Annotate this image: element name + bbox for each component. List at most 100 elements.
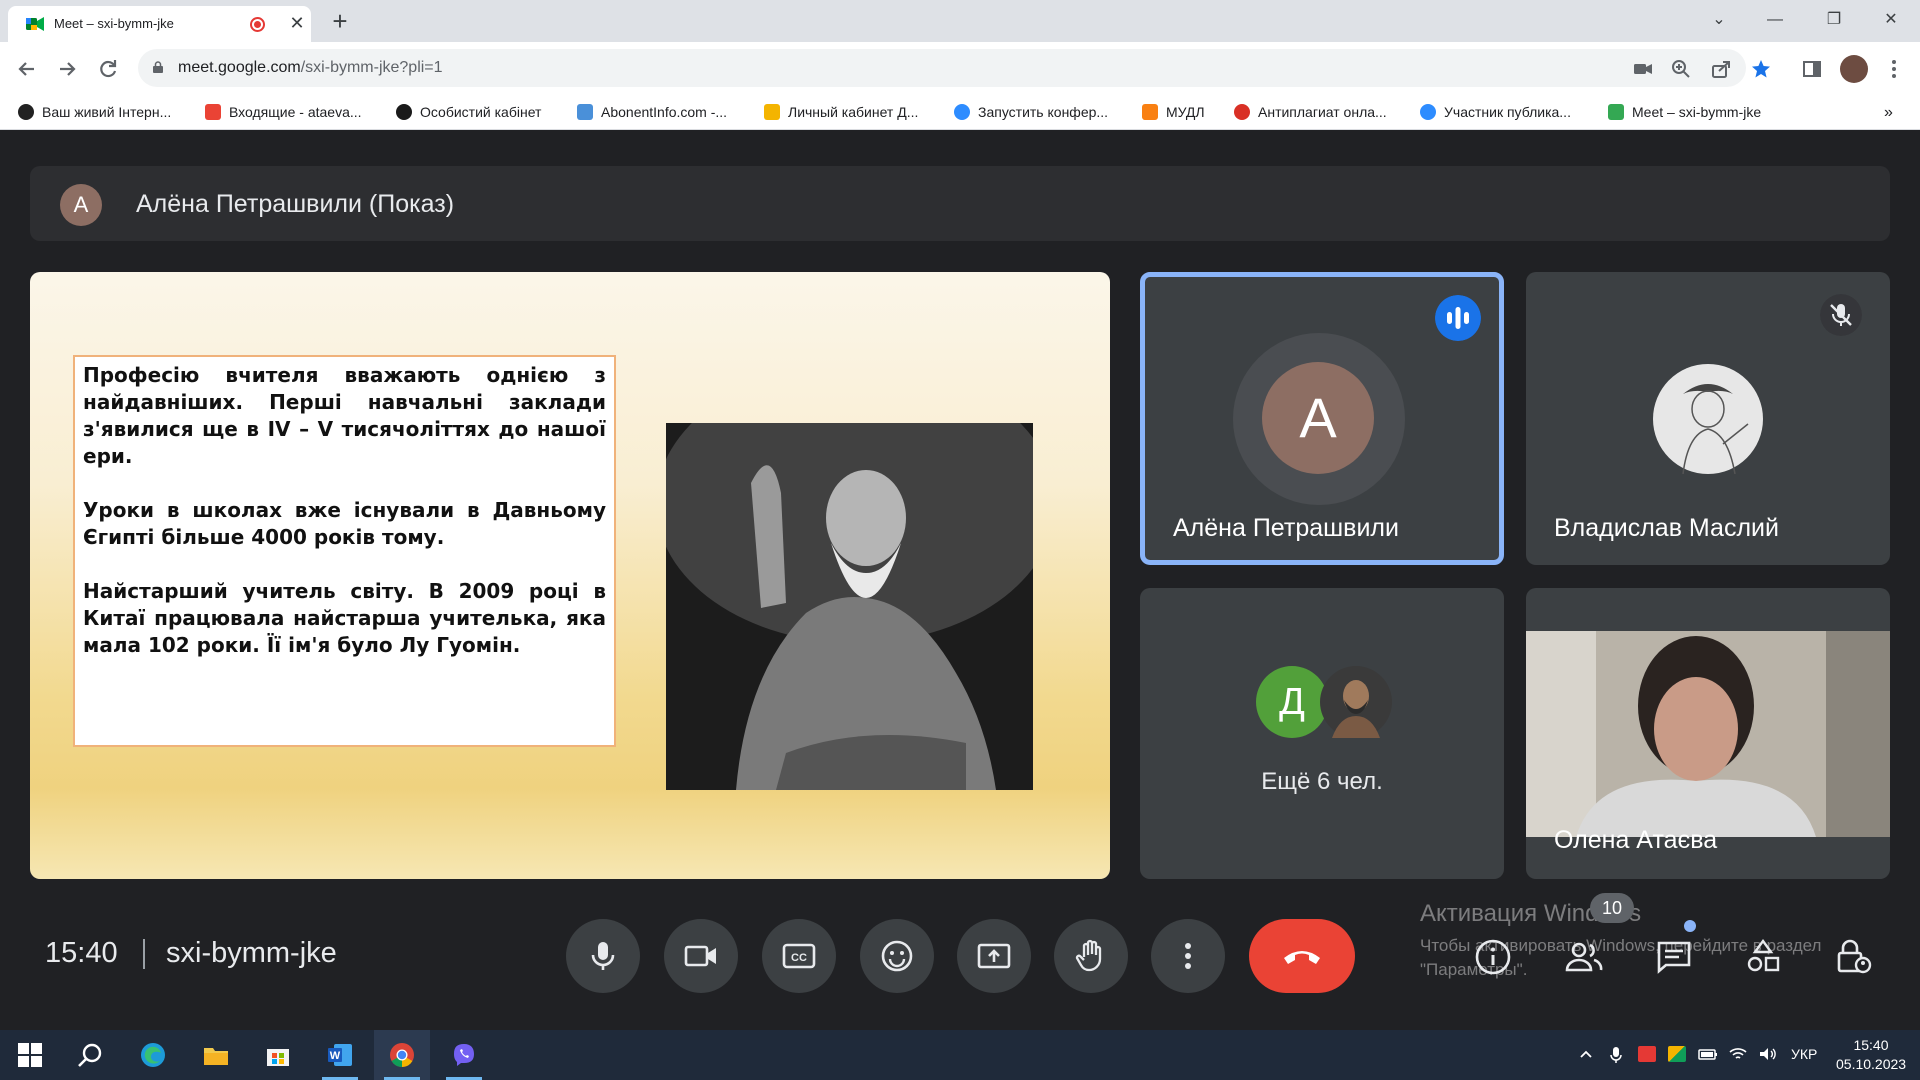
menu-icon[interactable] (1882, 57, 1906, 81)
hang-up-icon (1284, 951, 1320, 964)
taskbar-viber[interactable] (436, 1030, 492, 1080)
activities-icon[interactable] (1743, 937, 1783, 977)
tray-app-icon[interactable] (1638, 1046, 1656, 1062)
more-options-button[interactable] (1151, 919, 1225, 993)
battery-icon[interactable] (1698, 1046, 1718, 1062)
bookmark-item[interactable]: Входящие - ataeva... (205, 104, 362, 120)
presenter-avatar: А (60, 184, 102, 226)
google-meet-icon (26, 17, 44, 31)
zoom-favicon (954, 104, 970, 120)
avatar-image (1320, 666, 1392, 738)
minimize-button[interactable]: — (1752, 4, 1798, 36)
svg-text:CC: CC (791, 952, 807, 964)
camera-button[interactable] (664, 919, 738, 993)
slide-paragraph: Найстарший учитель світу. В 2009 році в … (83, 579, 606, 657)
camera-icon[interactable] (1632, 58, 1654, 80)
taskbar-file-explorer[interactable] (188, 1030, 244, 1080)
participant-tile-vladyslav[interactable]: Владислав Маслий (1526, 272, 1890, 565)
close-tab-icon[interactable]: ✕ (286, 12, 308, 34)
bookmark-favicon (1234, 104, 1250, 120)
host-controls-icon[interactable] (1833, 937, 1873, 977)
hand-icon (1075, 939, 1102, 972)
emoji-icon (881, 940, 913, 972)
clock-time: 15:40 (1853, 1037, 1889, 1053)
folder-icon (204, 1048, 228, 1065)
more-vert-icon (1185, 943, 1191, 969)
wifi-icon[interactable] (1728, 1046, 1748, 1062)
bookmark-item[interactable]: Особистий кабінет (396, 104, 541, 120)
speaking-indicator-icon (1435, 295, 1481, 341)
tray-app-icon[interactable] (1668, 1046, 1686, 1062)
captions-button[interactable]: CC (762, 919, 836, 993)
side-panel-icon[interactable] (1800, 57, 1824, 81)
teacher-photo (666, 423, 1033, 790)
viber-icon (454, 1044, 474, 1066)
meeting-info-icon[interactable] (1473, 937, 1513, 977)
bookmark-item[interactable]: Личный кабинет Д... (764, 104, 918, 120)
bookmark-item[interactable]: AbonentInfo.com -... (577, 104, 727, 120)
participant-name: Алёна Петрашвили (1173, 514, 1399, 542)
reactions-button[interactable] (860, 919, 934, 993)
meeting-clock: 15:40 (45, 937, 118, 969)
raise-hand-button[interactable] (1054, 919, 1128, 993)
bookmark-item[interactable]: Участник публика... (1420, 104, 1571, 120)
participant-tile-olena[interactable]: Олена Атаєва (1526, 588, 1890, 879)
participant-name: Владислав Маслий (1554, 514, 1779, 542)
url-text: meet.google.com/sxi-bymm-jke?pli=1 (178, 59, 443, 76)
bookmark-item[interactable]: Ваш живий Інтерн... (18, 104, 171, 120)
windows-logo-icon (18, 1043, 42, 1067)
bookmark-item[interactable]: Антиплагиат онла... (1234, 104, 1387, 120)
close-window-button[interactable]: ✕ (1868, 4, 1914, 36)
search-button[interactable] (62, 1030, 118, 1080)
reload-icon[interactable] (93, 54, 123, 84)
taskbar-chrome[interactable] (374, 1030, 430, 1080)
zoom-icon[interactable] (1670, 58, 1692, 80)
taskbar-word[interactable]: W (312, 1030, 368, 1080)
clock-date: 05.10.2023 (1836, 1056, 1907, 1072)
system-clock[interactable]: 15:40 05.10.2023 (1836, 1036, 1906, 1074)
presentation-slide[interactable]: Професію вчителя вважають однією з найда… (30, 272, 1110, 879)
more-participants-tile[interactable]: Д Ещё 6 чел. (1140, 588, 1504, 879)
bookmark-star-icon[interactable] (1750, 58, 1772, 80)
start-button[interactable] (2, 1030, 58, 1080)
tray-overflow-icon[interactable] (1578, 1046, 1594, 1062)
back-icon[interactable] (12, 54, 42, 84)
input-language[interactable]: УКР (1791, 1046, 1817, 1062)
taskbar-store[interactable] (250, 1030, 306, 1080)
moodle-icon (1142, 104, 1158, 120)
new-tab-button[interactable]: + (325, 6, 355, 36)
people-icon[interactable] (1564, 937, 1604, 977)
google-meet-icon (1608, 104, 1624, 120)
present-screen-icon (977, 943, 1011, 969)
tab-search-icon[interactable]: ⌄ (1696, 4, 1742, 36)
bookmark-item[interactable]: Meet – sxi-bymm-jke (1608, 104, 1761, 120)
mic-icon (591, 942, 615, 970)
taskbar-edge[interactable] (125, 1030, 181, 1080)
meet-stage: А Алёна Петрашвили (Показ) Професію вчит… (0, 131, 1920, 1030)
participant-tile-alena[interactable]: А Алёна Петрашвили (1140, 272, 1504, 565)
recording-icon (250, 17, 265, 32)
bookmarks-overflow-button[interactable]: » (1884, 104, 1893, 122)
volume-icon[interactable] (1758, 1046, 1778, 1062)
tray-mic-icon[interactable] (1608, 1046, 1624, 1064)
profile-avatar[interactable] (1840, 55, 1868, 83)
muted-mic-icon (1820, 294, 1862, 336)
bookmark-item[interactable]: МУДЛ (1142, 104, 1205, 120)
leave-call-button[interactable] (1249, 919, 1355, 993)
microphone-button[interactable] (566, 919, 640, 993)
participant-name: Олена Атаєва (1554, 826, 1718, 854)
presenter-bar[interactable]: А Алёна Петрашвили (Показ) (30, 166, 1890, 241)
tab-meet[interactable]: Meet – sxi-bymm-jke ✕ (8, 6, 311, 42)
share-icon[interactable] (1710, 58, 1732, 80)
browser-tabstrip: Meet – sxi-bymm-jke ✕ + ⌄ — ❐ ✕ (0, 0, 1920, 42)
restore-button[interactable]: ❐ (1811, 4, 1857, 36)
chat-icon[interactable] (1654, 937, 1694, 977)
present-button[interactable] (957, 919, 1031, 993)
edge-icon (141, 1043, 165, 1067)
bookmark-item[interactable]: Запустить конфер... (954, 104, 1108, 120)
bookmark-favicon (764, 104, 780, 120)
address-bar[interactable]: meet.google.com/sxi-bymm-jke?pli=1 (138, 49, 1770, 87)
search-icon (78, 1043, 102, 1067)
video-camera-icon (684, 945, 716, 967)
forward-icon[interactable] (52, 54, 82, 84)
